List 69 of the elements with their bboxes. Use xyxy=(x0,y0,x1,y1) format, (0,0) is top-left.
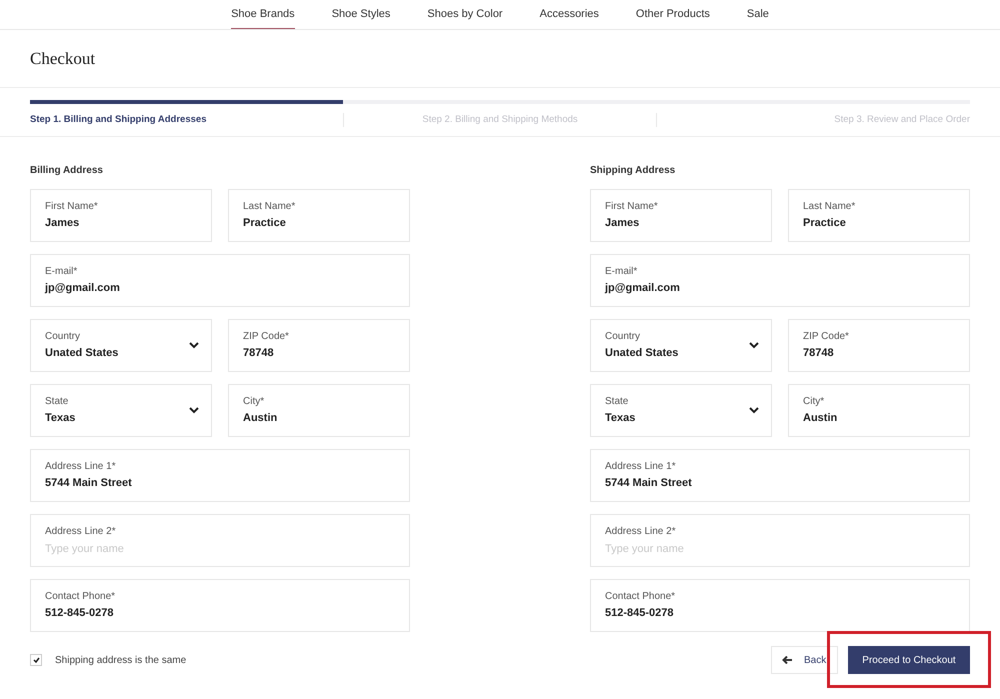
select-field[interactable]: Country Unated States xyxy=(590,319,772,372)
field-value: Practice xyxy=(803,218,847,229)
field-value: Austin xyxy=(243,413,278,424)
field-label: Last Name* xyxy=(803,202,856,212)
field-label: ZIP Code* xyxy=(803,332,850,342)
field-label: Contact Phone* xyxy=(45,592,116,602)
input-field[interactable]: Address Line 1* 5744 Main Street xyxy=(590,449,970,502)
field-value: jp@gmail.com xyxy=(605,283,681,294)
back-button[interactable]: Back xyxy=(771,646,838,674)
field-label: Contact Phone* xyxy=(605,592,676,602)
input-field[interactable]: ZIP Code* 78748 xyxy=(228,319,410,372)
input-field[interactable]: Contact Phone* 512-845-0278 xyxy=(30,579,410,632)
field-label: Country xyxy=(45,332,82,342)
field-value: 512-845-0278 xyxy=(605,608,675,619)
input-field[interactable]: ZIP Code* 78748 xyxy=(788,319,970,372)
nav-link[interactable]: Accessories xyxy=(540,0,599,29)
field-value: Unated States xyxy=(45,348,120,359)
section-title: Shipping Address xyxy=(590,164,676,178)
field-label: ZIP Code* xyxy=(243,332,290,342)
field-value: jp@gmail.com xyxy=(45,283,121,294)
field-value: Texas xyxy=(45,413,76,424)
field-label: City* xyxy=(243,397,266,407)
step-tab[interactable]: Step 1. Billing and Shipping Addresses xyxy=(30,112,206,128)
page-title: Checkout xyxy=(30,48,96,70)
field-label: Address Line 2* xyxy=(605,526,677,536)
select-field[interactable]: Country Unated States xyxy=(30,319,212,372)
field-value: 512-845-0278 xyxy=(45,608,115,619)
field-label: Country xyxy=(605,332,642,342)
input-field[interactable]: E-mail* jp@gmail.com xyxy=(30,254,410,307)
field-label: City* xyxy=(803,397,826,407)
nav-link[interactable]: Shoe Brands xyxy=(231,0,295,29)
field-label: First Name* xyxy=(45,202,99,212)
input-field[interactable]: First Name* James xyxy=(590,189,772,242)
input-field[interactable]: City* Austin xyxy=(788,384,970,437)
field-value: Practice xyxy=(243,218,287,229)
field-value: 78748 xyxy=(243,348,275,359)
input-field[interactable]: First Name* James xyxy=(30,189,212,242)
nav-link[interactable]: Other Products xyxy=(636,0,710,29)
field-label: E-mail* xyxy=(45,267,78,277)
field-label: Last Name* xyxy=(243,202,296,212)
field-label: Address Line 1* xyxy=(605,462,677,472)
select-field[interactable]: State Texas xyxy=(30,384,212,437)
field-value: Unated States xyxy=(605,348,680,359)
select-field[interactable]: State Texas xyxy=(590,384,772,437)
input-field[interactable]: Address Line 1* 5744 Main Street xyxy=(30,449,410,502)
input-field[interactable]: Last Name* Practice xyxy=(228,189,410,242)
nav-link[interactable]: Sale xyxy=(746,0,769,29)
input-field[interactable]: Contact Phone* 512-845-0278 xyxy=(590,579,970,632)
nav-link[interactable]: Shoes by Color xyxy=(427,0,503,29)
field-label: Address Line 1* xyxy=(45,462,117,472)
field-label: State xyxy=(605,397,630,407)
field-value: 5744 Main Street xyxy=(45,478,133,489)
field-label: First Name* xyxy=(605,202,659,212)
input-field[interactable]: Last Name* Practice xyxy=(788,189,970,242)
field-value: James xyxy=(45,218,80,229)
field-value: James xyxy=(605,218,640,229)
field-value: Texas xyxy=(605,413,636,424)
field-value: 5744 Main Street xyxy=(605,478,693,489)
field-label: E-mail* xyxy=(605,267,638,277)
proceed-to-checkout-button[interactable]: Proceed to Checkout xyxy=(848,646,970,674)
input-field[interactable]: City* Austin xyxy=(228,384,410,437)
input-field[interactable]: E-mail* jp@gmail.com xyxy=(590,254,970,307)
field-value: Austin xyxy=(803,413,838,424)
nav-link[interactable]: Shoe Styles xyxy=(332,0,390,29)
field-label: State xyxy=(45,397,70,407)
checkbox-label: Shipping address is the same xyxy=(55,654,186,668)
field-label: Address Line 2* xyxy=(45,526,117,536)
section-title: Billing Address xyxy=(30,164,104,178)
field-value: 78748 xyxy=(803,348,835,359)
